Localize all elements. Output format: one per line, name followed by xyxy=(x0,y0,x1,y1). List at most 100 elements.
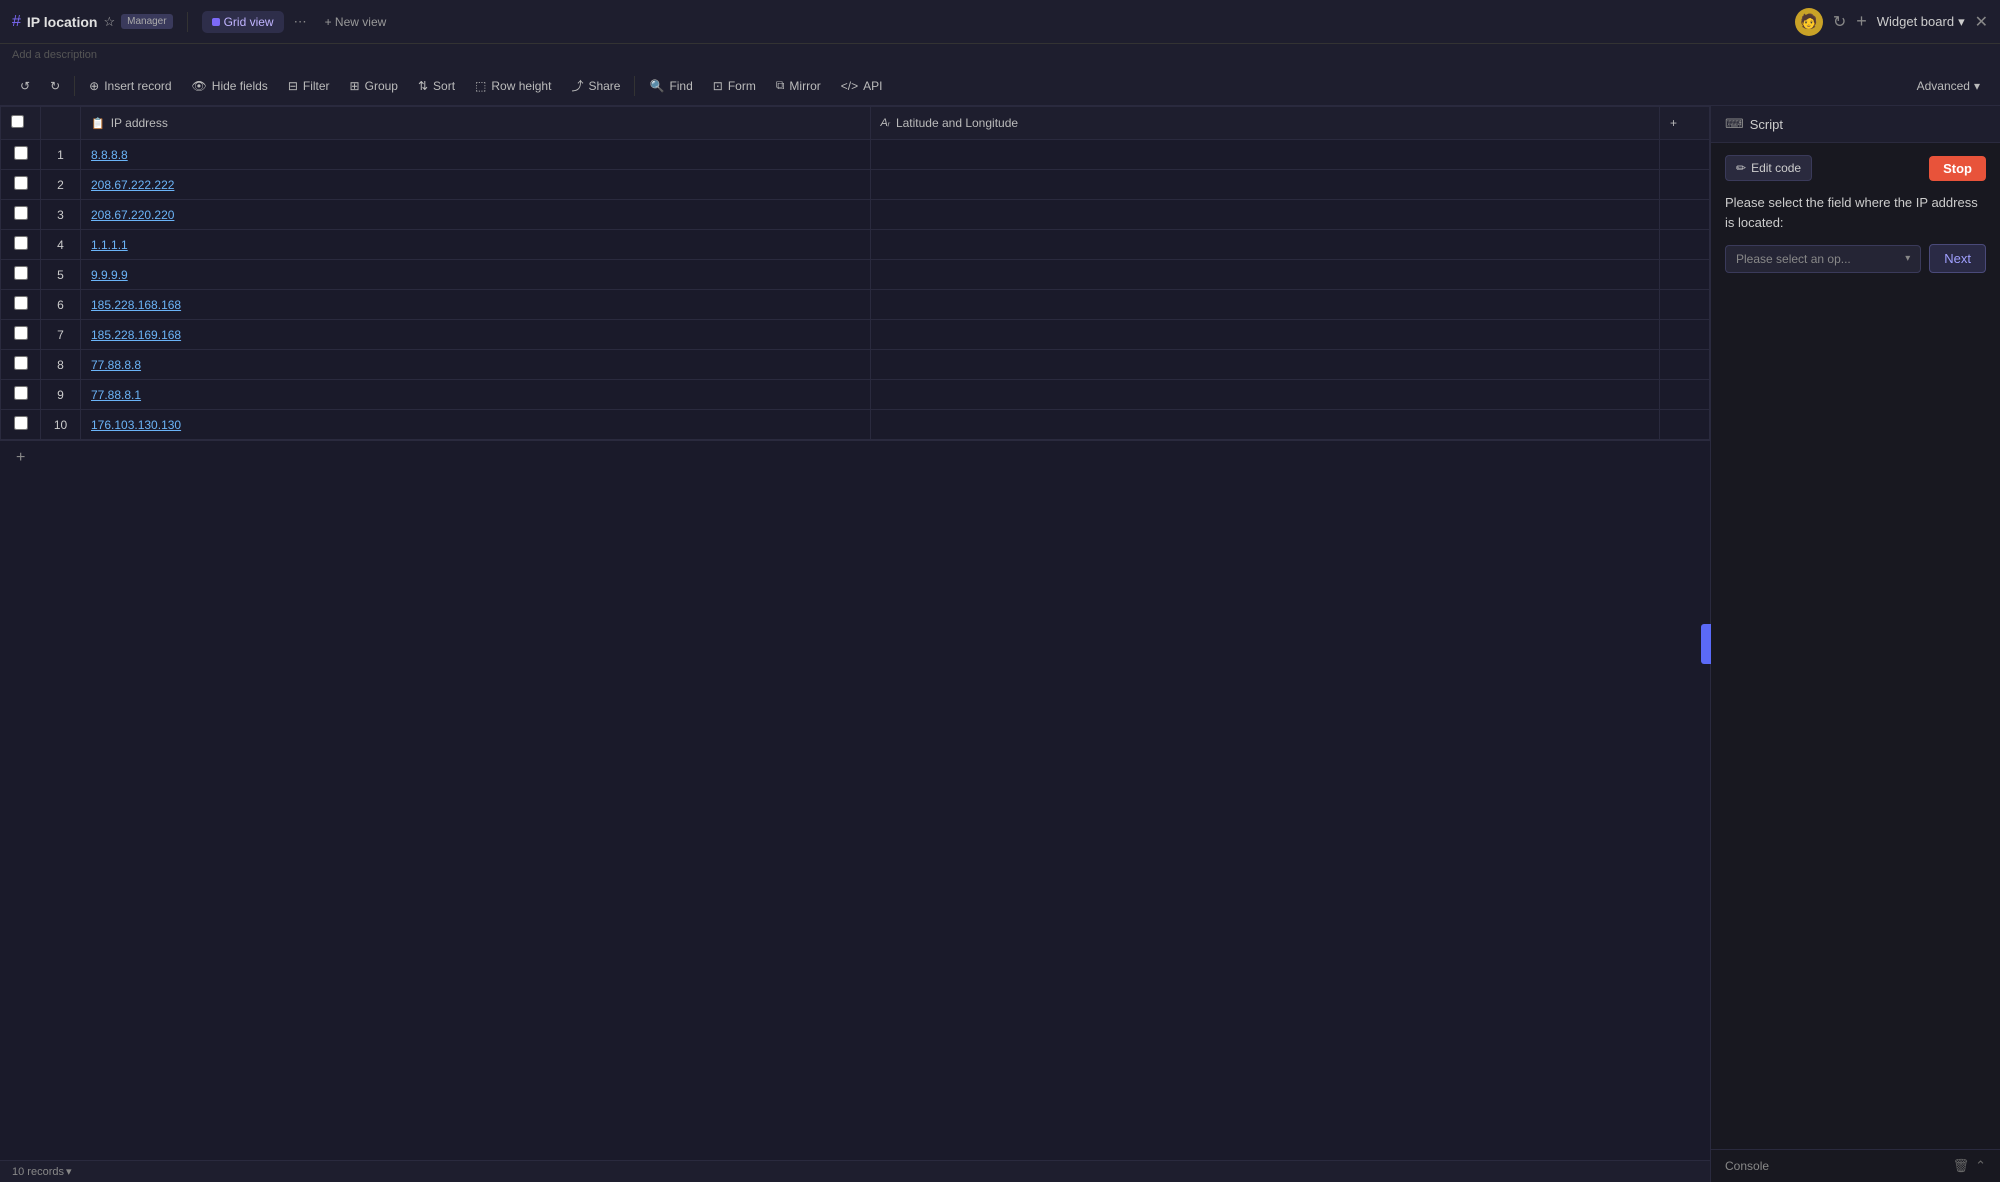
row-checkbox[interactable] xyxy=(14,296,28,310)
view-more-btn[interactable]: ⋯ xyxy=(290,10,311,34)
mirror-btn[interactable]: ⧉ Mirror xyxy=(768,74,829,97)
row-checkbox-cell xyxy=(1,200,41,230)
select-all-checkbox[interactable] xyxy=(11,115,24,128)
new-view-btn[interactable]: + New view xyxy=(317,11,395,33)
row-checkbox[interactable] xyxy=(14,386,28,400)
ip-link[interactable]: 208.67.220.220 xyxy=(91,208,174,222)
add-col-cell xyxy=(1660,200,1710,230)
group-btn[interactable]: ⊞ Group xyxy=(342,75,406,97)
form-icon: ⊡ xyxy=(713,79,723,93)
table-row: 7 185.228.169.168 xyxy=(1,320,1710,350)
filter-label: Filter xyxy=(303,79,330,93)
add-icon[interactable]: + xyxy=(1856,11,1867,32)
sort-btn[interactable]: ⇅ Sort xyxy=(410,75,463,97)
row-number-cell: 2 xyxy=(41,170,81,200)
advanced-btn[interactable]: Advanced ▾ xyxy=(1909,75,1988,97)
api-btn[interactable]: </> API xyxy=(833,75,891,97)
sort-label: Sort xyxy=(433,79,455,93)
filter-btn[interactable]: ⊟ Filter xyxy=(280,75,338,97)
ip-link[interactable]: 8.8.8.8 xyxy=(91,148,128,162)
group-icon: ⊞ xyxy=(350,79,360,93)
ip-link[interactable]: 185.228.168.168 xyxy=(91,298,181,312)
ip-address-cell[interactable]: 208.67.220.220 xyxy=(81,200,871,230)
grid-spacer xyxy=(0,475,1710,1160)
row-height-btn[interactable]: ⬚ Row height xyxy=(467,75,559,97)
ip-link[interactable]: 9.9.9.9 xyxy=(91,268,128,282)
form-btn[interactable]: ⊡ Form xyxy=(705,75,764,97)
table-footer: + xyxy=(0,440,1710,475)
row-height-label: Row height xyxy=(491,79,551,93)
advanced-chevron-icon: ▾ xyxy=(1974,79,1980,93)
find-btn[interactable]: 🔍 Find xyxy=(641,75,700,97)
insert-record-btn[interactable]: ⊕ Insert record xyxy=(81,75,179,97)
row-number-cell: 9 xyxy=(41,380,81,410)
share-btn[interactable]: ⤴ Share xyxy=(563,73,628,98)
api-icon: </> xyxy=(841,79,858,93)
ip-link[interactable]: 1.1.1.1 xyxy=(91,238,128,252)
new-view-label: + New view xyxy=(325,15,387,29)
console-trash-icon[interactable]: 🗑 xyxy=(1953,1158,1970,1174)
widget-board-btn[interactable]: Widget board ▾ xyxy=(1877,14,1965,30)
description-placeholder[interactable]: Add a description xyxy=(12,49,97,61)
field-select-dropdown[interactable]: Please select an op... ▾ xyxy=(1725,245,1921,273)
table-row: 5 9.9.9.9 xyxy=(1,260,1710,290)
stop-btn[interactable]: Stop xyxy=(1929,156,1986,181)
add-col-icon: + xyxy=(1670,116,1677,130)
ip-link[interactable]: 176.103.130.130 xyxy=(91,418,181,432)
add-col-cell xyxy=(1660,320,1710,350)
row-checkbox[interactable] xyxy=(14,356,28,370)
row-checkbox[interactable] xyxy=(14,146,28,160)
mirror-label: Mirror xyxy=(789,79,820,93)
script-title: Script xyxy=(1750,117,1783,132)
add-col-cell xyxy=(1660,290,1710,320)
ip-address-cell[interactable]: 8.8.8.8 xyxy=(81,140,871,170)
ip-address-cell[interactable]: 176.103.130.130 xyxy=(81,410,871,440)
sort-icon: ⇅ xyxy=(418,79,428,93)
close-btn[interactable]: ✕ xyxy=(1975,12,1988,32)
select-placeholder: Please select an op... xyxy=(1736,252,1851,266)
row-number-cell: 3 xyxy=(41,200,81,230)
row-number-cell: 1 xyxy=(41,140,81,170)
ip-address-cell[interactable]: 77.88.8.1 xyxy=(81,380,871,410)
grid-view-toggle[interactable]: Grid view xyxy=(202,11,284,33)
console-expand-icon[interactable]: ⌃ xyxy=(1975,1158,1986,1174)
toolbar-sep1 xyxy=(74,76,75,96)
records-count: 10 records xyxy=(12,1166,64,1178)
row-checkbox[interactable] xyxy=(14,326,28,340)
ip-address-cell[interactable]: 185.228.168.168 xyxy=(81,290,871,320)
ip-address-cell[interactable]: 9.9.9.9 xyxy=(81,260,871,290)
ip-link[interactable]: 77.88.8.1 xyxy=(91,388,141,402)
add-row-btn[interactable]: + xyxy=(10,447,31,469)
ip-address-cell[interactable]: 77.88.8.8 xyxy=(81,350,871,380)
table-row: 3 208.67.220.220 xyxy=(1,200,1710,230)
grid-area: 📋 IP address Aᵣ Latitude and Longitude + xyxy=(0,106,1710,1182)
row-checkbox[interactable] xyxy=(14,236,28,250)
ip-link[interactable]: 77.88.8.8 xyxy=(91,358,141,372)
ip-address-cell[interactable]: 208.67.222.222 xyxy=(81,170,871,200)
row-number-cell: 8 xyxy=(41,350,81,380)
manager-badge: Manager xyxy=(121,14,172,29)
redo-btn[interactable]: ↻ xyxy=(42,75,68,97)
undo-btn[interactable]: ↺ xyxy=(12,75,38,97)
next-btn[interactable]: Next xyxy=(1929,244,1986,273)
records-chevron[interactable]: ▾ xyxy=(66,1165,72,1178)
hide-fields-btn[interactable]: 👁 Hide fields xyxy=(184,75,276,97)
avatar[interactable]: 🧑 xyxy=(1795,8,1823,36)
row-checkbox[interactable] xyxy=(14,206,28,220)
refresh-icon[interactable]: ↻ xyxy=(1833,12,1846,32)
edit-code-btn[interactable]: ✏ Edit code xyxy=(1725,155,1812,181)
row-checkbox[interactable] xyxy=(14,416,28,430)
row-checkbox[interactable] xyxy=(14,266,28,280)
add-col-header[interactable]: + xyxy=(1660,107,1710,140)
row-num-header xyxy=(41,107,81,140)
ip-link[interactable]: 185.228.169.168 xyxy=(91,328,181,342)
ip-address-cell[interactable]: 1.1.1.1 xyxy=(81,230,871,260)
ip-link[interactable]: 208.67.222.222 xyxy=(91,178,174,192)
row-checkbox[interactable] xyxy=(14,176,28,190)
share-label: Share xyxy=(588,79,620,93)
ip-address-cell[interactable]: 185.228.169.168 xyxy=(81,320,871,350)
star-icon[interactable]: ☆ xyxy=(103,14,115,30)
table-body: 1 8.8.8.8 2 208.67.222.222 3 208.67.220.… xyxy=(1,140,1710,440)
row-height-icon: ⬚ xyxy=(475,79,486,93)
panel-collapse-tab[interactable] xyxy=(1701,624,1711,664)
